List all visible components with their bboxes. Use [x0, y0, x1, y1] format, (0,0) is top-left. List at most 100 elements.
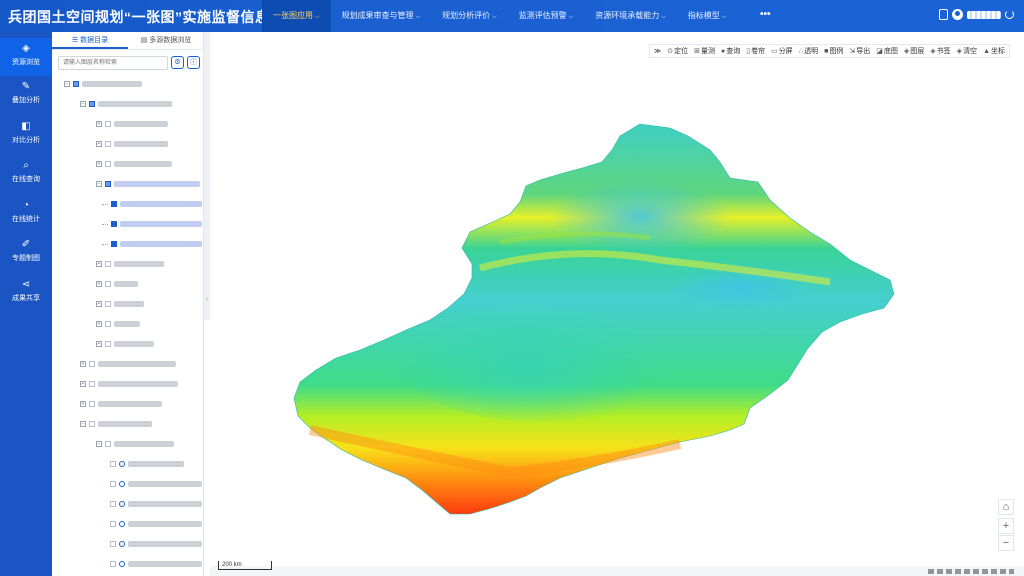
user-name-redacted[interactable]: [967, 10, 1001, 19]
home-extent-icon[interactable]: ⌂: [998, 499, 1014, 515]
tree-checkbox[interactable]: [105, 261, 111, 267]
sidebar-item-online-query[interactable]: ⌕ 在线查询: [0, 155, 52, 193]
tree-checkbox[interactable]: [105, 281, 111, 287]
tree-checkbox[interactable]: [89, 421, 95, 427]
tool-export[interactable]: ⇲ 导出: [849, 46, 870, 56]
layer-tree[interactable]: − − + + + − + + + + + + + + − −: [52, 76, 202, 576]
tree-checkbox[interactable]: [105, 181, 111, 187]
tool-legend[interactable]: ■ 图例: [824, 46, 843, 56]
sidebar-item-online-stats[interactable]: ◔ 在线统计: [0, 195, 52, 233]
tree-checkbox[interactable]: [111, 201, 117, 207]
collapse-icon[interactable]: −: [96, 181, 102, 187]
tool-transparency[interactable]: ∴ 透明: [799, 46, 818, 56]
nav-item-plan-analysis[interactable]: 规划分析评价 ⌵: [431, 0, 508, 32]
database-icon[interactable]: [939, 9, 948, 20]
info-icon[interactable]: ⓘ: [187, 56, 200, 69]
tree-node[interactable]: +: [80, 378, 178, 390]
tree-leaf[interactable]: [110, 538, 202, 550]
tree-leaf[interactable]: [102, 238, 202, 250]
tree-node[interactable]: +: [96, 158, 172, 170]
expand-icon[interactable]: +: [80, 401, 86, 407]
tree-checkbox[interactable]: [89, 381, 95, 387]
tree-leaf[interactable]: [102, 198, 202, 210]
expand-icon[interactable]: +: [96, 261, 102, 267]
tree-node[interactable]: +: [96, 338, 154, 350]
tree-node[interactable]: +: [96, 118, 168, 130]
collapse-icon[interactable]: −: [64, 81, 70, 87]
tree-node[interactable]: −: [96, 438, 174, 450]
tree-leaf[interactable]: [110, 558, 202, 570]
nav-item-carrying-capacity[interactable]: 资源环境承载能力 ⌵: [584, 0, 677, 32]
tool-swipe[interactable]: ▯ 卷帘: [746, 46, 765, 56]
tree-checkbox[interactable]: [105, 321, 111, 327]
nav-more-button[interactable]: •••: [760, 0, 771, 32]
tree-node-root[interactable]: −: [64, 78, 142, 90]
tree-checkbox[interactable]: [73, 81, 79, 87]
expand-icon[interactable]: +: [80, 361, 86, 367]
tab-data-catalog[interactable]: ☰ 数据目录: [52, 32, 128, 49]
tree-leaf[interactable]: [110, 478, 202, 490]
tree-node[interactable]: +: [96, 278, 138, 290]
nav-item-map-apps[interactable]: 一张图应用 ⌵: [262, 0, 331, 32]
tree-node[interactable]: +: [96, 138, 168, 150]
tree-leaf[interactable]: [110, 498, 202, 510]
expand-icon[interactable]: +: [96, 141, 102, 147]
tree-node[interactable]: −: [96, 178, 200, 190]
expand-icon[interactable]: +: [80, 381, 86, 387]
tree-checkbox[interactable]: [110, 461, 116, 467]
expand-icon[interactable]: +: [96, 341, 102, 347]
power-icon[interactable]: [1005, 10, 1014, 19]
tool-coordinates[interactable]: ▲ 坐标: [983, 46, 1005, 56]
nav-item-plan-review[interactable]: 规划成果审查与管理 ⌵: [331, 0, 432, 32]
tree-checkbox[interactable]: [89, 101, 95, 107]
user-avatar-icon[interactable]: [952, 9, 963, 20]
tree-checkbox[interactable]: [110, 501, 116, 507]
nav-item-indicator-model[interactable]: 指标模型 ⌵: [677, 0, 738, 32]
tree-leaf[interactable]: [102, 218, 202, 230]
tool-basemap[interactable]: ◪ 底图: [876, 46, 898, 56]
sidebar-item-resource-browse[interactable]: ◈ 资源浏览: [0, 38, 52, 76]
sidebar-item-result-sharing[interactable]: ⋖ 成果共享: [0, 274, 52, 312]
zoom-in-button[interactable]: +: [998, 518, 1014, 534]
tree-checkbox[interactable]: [105, 121, 111, 127]
tree-checkbox[interactable]: [110, 541, 116, 547]
tree-checkbox[interactable]: [105, 341, 111, 347]
collapse-icon[interactable]: −: [96, 441, 102, 447]
tool-query[interactable]: ● 查询: [721, 46, 740, 56]
tree-checkbox[interactable]: [110, 481, 116, 487]
expand-icon[interactable]: +: [96, 321, 102, 327]
tree-node[interactable]: +: [80, 358, 176, 370]
expand-icon[interactable]: +: [96, 121, 102, 127]
tree-leaf[interactable]: [110, 458, 184, 470]
tree-checkbox[interactable]: [89, 401, 95, 407]
toolbar-collapse-icon[interactable]: ≫: [654, 47, 661, 55]
tree-checkbox[interactable]: [105, 301, 111, 307]
tree-checkbox[interactable]: [105, 441, 111, 447]
collapse-icon[interactable]: −: [80, 421, 86, 427]
tree-node[interactable]: −: [80, 98, 172, 110]
tree-checkbox[interactable]: [111, 241, 117, 247]
expand-icon[interactable]: +: [96, 281, 102, 287]
tree-checkbox[interactable]: [110, 561, 116, 567]
tool-bookmark[interactable]: ◈ 书签: [930, 46, 950, 56]
tree-node[interactable]: −: [80, 418, 152, 430]
tool-clear[interactable]: ◈ 清空: [957, 46, 977, 56]
tool-split-screen[interactable]: ▭ 分屏: [771, 46, 793, 56]
tool-measure[interactable]: ⊞ 量测: [694, 46, 715, 56]
tree-checkbox[interactable]: [105, 141, 111, 147]
tree-leaf[interactable]: [110, 518, 202, 530]
tree-node[interactable]: +: [96, 258, 164, 270]
catalog-search-input[interactable]: [58, 56, 168, 70]
tab-multi-source-browse[interactable]: ▤ 多源数据浏览: [128, 32, 204, 49]
tree-node[interactable]: +: [80, 398, 162, 410]
collapse-icon[interactable]: −: [80, 101, 86, 107]
tool-locate[interactable]: ⊙ 定位: [667, 46, 688, 56]
sidebar-item-overlay-analysis[interactable]: ✎ 叠加分析: [0, 76, 52, 114]
sidebar-item-thematic-mapping[interactable]: ✐ 专题制图: [0, 234, 52, 272]
tree-checkbox[interactable]: [105, 161, 111, 167]
nav-item-monitoring[interactable]: 监测评估预警 ⌵: [508, 0, 585, 32]
tree-checkbox[interactable]: [89, 361, 95, 367]
zoom-out-button[interactable]: −: [998, 535, 1014, 551]
tree-checkbox[interactable]: [110, 521, 116, 527]
sidebar-item-compare-analysis[interactable]: ◧ 对比分析: [0, 116, 52, 154]
